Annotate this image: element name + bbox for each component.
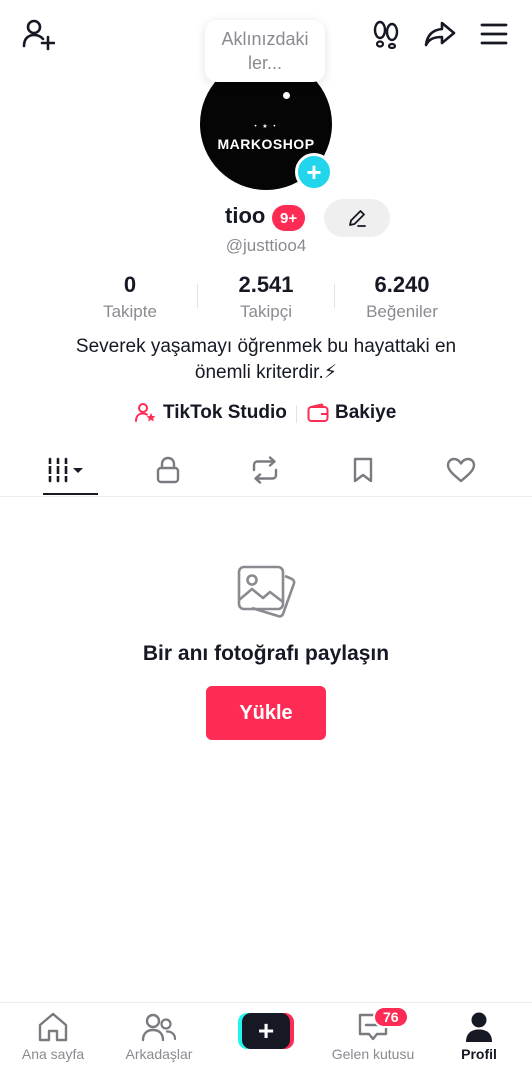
- nav-friends-label: Arkadaşlar: [125, 1046, 193, 1062]
- add-user-icon: [22, 19, 55, 51]
- repost-icon: [252, 456, 278, 484]
- tab-saved[interactable]: [314, 448, 412, 492]
- tiktok-studio-link[interactable]: TikTok Studio: [135, 400, 287, 426]
- nav-profile[interactable]: Profil: [426, 1011, 532, 1073]
- nav-inbox-label: Gelen kutusu: [331, 1046, 415, 1062]
- avatar-add-button[interactable]: +: [295, 153, 333, 191]
- profile-icon: [466, 1012, 492, 1042]
- nav-profile-label: Profil: [461, 1046, 497, 1062]
- username: tioo: [225, 203, 266, 228]
- plus-icon: +: [242, 1013, 290, 1049]
- active-tab-indicator: [43, 493, 98, 495]
- home-icon: [38, 1012, 68, 1042]
- user-handle: @justtioo4: [225, 236, 307, 255]
- stat-label: Beğeniler: [366, 302, 438, 321]
- balance-label: Bakiye: [335, 402, 397, 423]
- avatar-logo-stars: • ★ •: [254, 123, 278, 130]
- balance-link[interactable]: Bakiye: [307, 400, 396, 426]
- avatar-logo-text: MARKOSHOP: [217, 135, 315, 152]
- stat-likes[interactable]: 6.240 Beğeniler: [332, 272, 472, 322]
- tab-videos[interactable]: [18, 448, 116, 492]
- share-arrow-icon: [424, 21, 456, 47]
- add-friend-button[interactable]: [18, 14, 58, 54]
- note-text: Aklınızdaki ler...: [221, 29, 309, 73]
- edit-profile-button[interactable]: [324, 199, 390, 237]
- footprints-icon: [373, 20, 399, 49]
- note-bubble[interactable]: Aklınızdaki ler...: [205, 20, 325, 82]
- notification-badge[interactable]: 9+: [272, 205, 306, 231]
- lock-icon: [156, 456, 180, 484]
- stat-value: 6.240: [374, 272, 430, 297]
- menu-button[interactable]: [474, 14, 514, 54]
- share-profile-button[interactable]: [420, 14, 460, 54]
- bookmark-icon: [353, 457, 373, 483]
- video-grid-icon: [48, 457, 83, 483]
- bio-text: Severek yaşamayı öğrenmek bu hayattaki e…: [75, 336, 457, 383]
- wallet-icon: [307, 403, 329, 422]
- heart-icon: [446, 457, 476, 483]
- tab-liked[interactable]: [412, 448, 510, 492]
- nav-friends[interactable]: Arkadaşlar: [106, 1011, 212, 1073]
- hamburger-icon: [480, 23, 508, 45]
- profile-views-button[interactable]: [366, 14, 406, 54]
- friends-icon: [141, 1013, 177, 1042]
- stat-label: Takipte: [103, 302, 157, 321]
- bottom-nav: Ana sayfa Arkadaşlar + Gelen kutusu Prof…: [0, 1002, 532, 1080]
- tiktok-studio-label: TikTok Studio: [163, 402, 287, 423]
- tab-private[interactable]: [119, 448, 217, 492]
- plus-icon: +: [306, 157, 322, 187]
- create-button[interactable]: +: [238, 1013, 294, 1049]
- nav-home-label: Ana sayfa: [21, 1046, 85, 1062]
- stat-value: 0: [123, 272, 137, 297]
- upload-button[interactable]: Yükle: [206, 686, 326, 740]
- nav-home[interactable]: Ana sayfa: [0, 1011, 106, 1073]
- pencil-icon: [349, 210, 366, 227]
- photo-icon: [236, 562, 296, 624]
- creator-star-icon: [135, 403, 156, 422]
- stat-label: Takipçi: [240, 302, 292, 321]
- tabs-divider: [0, 496, 532, 497]
- stat-following[interactable]: 0 Takipte: [60, 272, 200, 322]
- stat-followers[interactable]: 2.541 Takipçi: [196, 272, 336, 322]
- links-divider: [296, 405, 297, 423]
- inbox-count-badge: 76: [373, 1006, 409, 1028]
- empty-state-title: Bir anı fotoğrafı paylaşın: [142, 642, 390, 665]
- tab-reposts[interactable]: [216, 448, 314, 492]
- note-bubble-dot: [283, 92, 290, 99]
- stat-value: 2.541: [238, 272, 294, 297]
